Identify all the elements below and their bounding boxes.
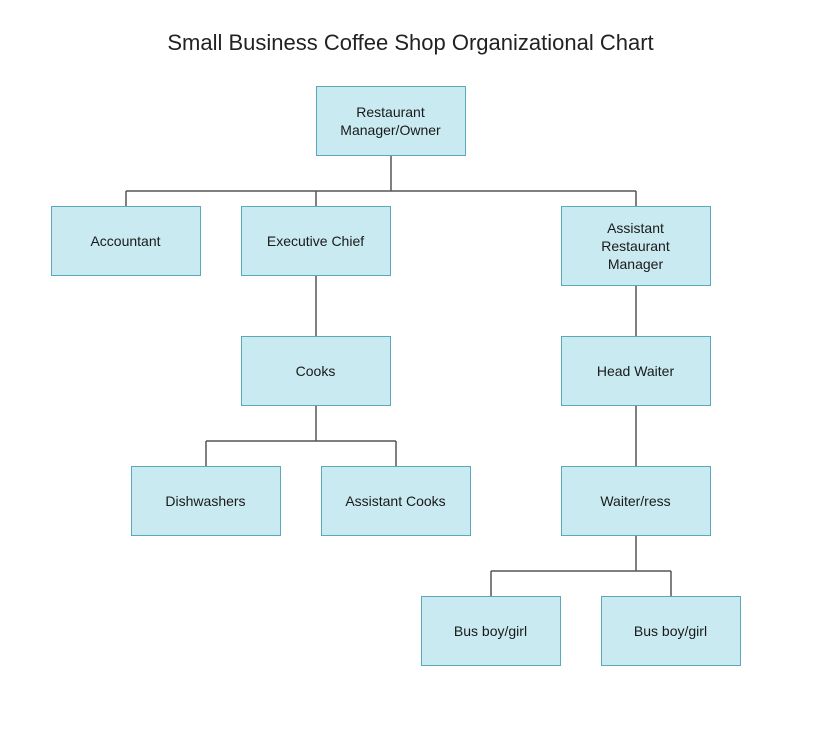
page-title: Small Business Coffee Shop Organizationa… [20, 30, 801, 56]
node-busboy-1: Bus boy/girl [421, 596, 561, 666]
node-asst-cooks: Assistant Cooks [321, 466, 471, 536]
org-chart: Restaurant Manager/Owner Accountant Exec… [21, 86, 801, 696]
node-asst-manager: Assistant Restaurant Manager [561, 206, 711, 286]
node-cooks: Cooks [241, 336, 391, 406]
node-manager: Restaurant Manager/Owner [316, 86, 466, 156]
node-waiter-ress: Waiter/ress [561, 466, 711, 536]
node-dishwashers: Dishwashers [131, 466, 281, 536]
node-head-waiter: Head Waiter [561, 336, 711, 406]
node-accountant: Accountant [51, 206, 201, 276]
node-busboy-2: Bus boy/girl [601, 596, 741, 666]
node-exec-chief: Executive Chief [241, 206, 391, 276]
